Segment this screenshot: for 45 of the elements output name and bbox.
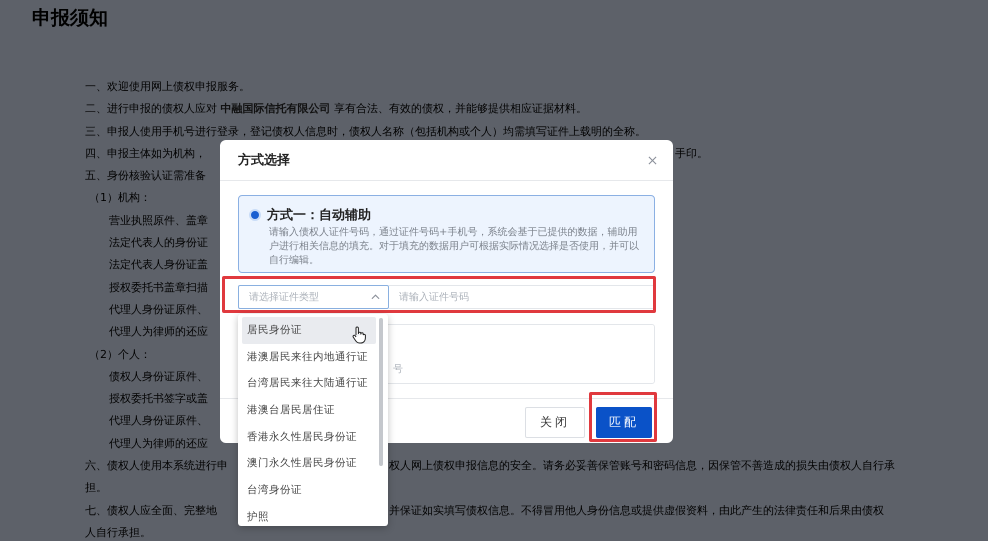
notice-text: 手印。 xyxy=(675,146,708,162)
pointer-hand-icon xyxy=(352,326,366,344)
notice-text: 一、欢迎使用网上债权申报服务。 xyxy=(85,79,250,95)
notice-text: 营业执照原件、盖章 xyxy=(109,212,208,229)
menu-item[interactable]: 澳门永久性居民身份证 xyxy=(242,450,376,478)
notice-text: 担。 xyxy=(85,480,107,496)
close-button[interactable]: 关闭 xyxy=(525,407,585,438)
annotation-frame xyxy=(589,392,657,442)
option-card[interactable]: 方式一：自动辅助 请输入债权人证件号码，通过证件号码+手机号，系统会基于已提供的数据，辅助用户进行相关信息的填充。对于填充的数据用户可根据实际情况选择是否使用，并可以自行编辑。 xyxy=(238,195,655,273)
notice-text: 四、申报主体如为机构， xyxy=(85,146,206,162)
menu-item[interactable]: 港澳居民来往内地通行证 xyxy=(242,344,376,370)
notice-text: 代理人身份证原件、 xyxy=(109,302,208,318)
notice-text: 并保证如实填写债权信息。不得冒用他人身份信息或提供虚假资料，由此产生的法律责任和后果由债权 xyxy=(389,502,884,519)
notice-text: 债权人身份证原件、 xyxy=(109,368,208,385)
menu-item[interactable]: 护照 xyxy=(242,504,376,530)
menu-item[interactable]: 港澳台居民居住证 xyxy=(242,397,376,424)
match-button[interactable]: 匹配 xyxy=(596,407,652,438)
radio-button[interactable] xyxy=(251,211,259,219)
option-description: 请输入债权人证件号码，通过证件号码+手机号，系统会基于已提供的数据，辅助用户进行相关信息的填充。对于填充的数据用户可根据实际情况选择是否使用，并可以自行编辑。 xyxy=(269,226,640,268)
notice-text: （2）个人： xyxy=(89,346,151,363)
id-number-field[interactable]: 请输入证件号码 xyxy=(389,285,655,309)
menu-item[interactable]: 居民身份证 xyxy=(242,317,376,344)
notice-text: 七、债权人应全面、完整地 xyxy=(85,502,217,519)
notice-text: 法定代表人的身份证 xyxy=(109,235,208,252)
notice-text: 代理人为律师的还应 xyxy=(109,436,208,452)
dialog-title: 方式选择 xyxy=(238,152,290,169)
notice-text: 三、申报人使用手机号进行登录，登记债权人信息时，债权人名称（包括机构或个人）均需填写证件上载明的全称。 xyxy=(85,124,646,140)
scrollbar[interactable] xyxy=(379,318,383,466)
notice-text: 代理人身份证原件、 xyxy=(109,413,208,430)
menu-item[interactable]: 台湾身份证 xyxy=(242,477,376,504)
notice-text: 权人网上债权申报信息的安全。请务必妥善保管账号和密码信息，因保管不善造成的损失由债权人自行承 xyxy=(389,458,895,474)
notice-text: 授权委托书签字或盖 xyxy=(109,391,208,408)
notice-text: 二、进行申报的债权人应对 中融国际信托有限公司 享有合法、有效的债权，并能够提供相应证据材料。 xyxy=(85,101,587,118)
caret-icon xyxy=(371,294,380,300)
notice-text: 代理人为律师的还应 xyxy=(109,324,208,340)
notice-text: 六、债权人使用本系统进行申 xyxy=(85,458,228,474)
close-icon[interactable] xyxy=(648,156,657,164)
page-title: 申报须知 xyxy=(32,6,108,31)
notice-text: （1）机构： xyxy=(89,190,151,206)
notice-text: 五、身份核验认证需准备 xyxy=(85,168,206,184)
notice-text: 法定代表人身份证盖 xyxy=(109,257,208,274)
option-title: 方式一：自动辅助 xyxy=(267,206,371,224)
notice-text: 人自行承担。 xyxy=(85,524,151,541)
menu-item[interactable]: 香港永久性居民身份证 xyxy=(242,424,376,450)
notice-text: 授权委托书盖章扫描 xyxy=(109,280,208,296)
